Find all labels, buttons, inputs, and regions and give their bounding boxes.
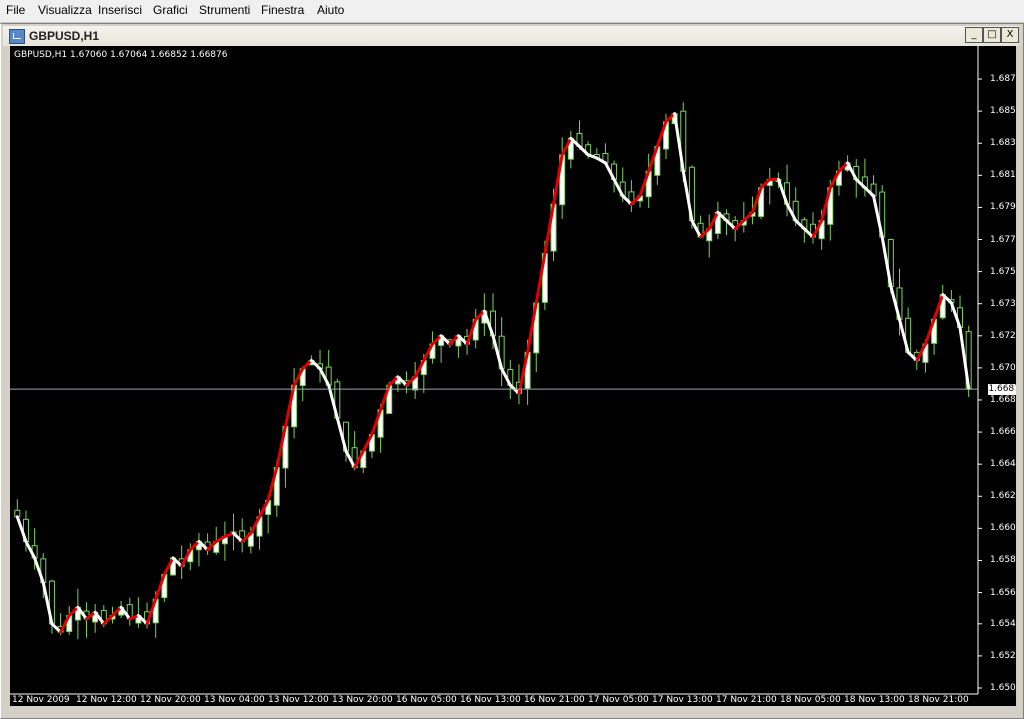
price-axis-label: 1.67785 bbox=[990, 234, 1016, 245]
menu-inserisci[interactable]: Inserisci bbox=[98, 3, 142, 17]
price-axis-label: 1.68760 bbox=[990, 74, 1016, 85]
price-axis-label: 1.66030 bbox=[990, 523, 1016, 534]
menu-strumenti[interactable]: Strumenti bbox=[199, 3, 250, 17]
menu-visualizza[interactable]: Visualizza bbox=[38, 3, 92, 17]
price-axis-label: 1.67005 bbox=[990, 362, 1016, 373]
price-axis-label: 1.65255 bbox=[990, 650, 1016, 661]
time-axis-label: 12 Nov 12:00 bbox=[76, 695, 137, 705]
price-axis-label: 1.67200 bbox=[990, 330, 1016, 341]
price-axis-label: 1.66615 bbox=[990, 427, 1016, 438]
window-title: GBPUSD,H1 bbox=[29, 29, 100, 43]
time-axis-label: 16 Nov 13:00 bbox=[460, 695, 521, 705]
chart-window-icon bbox=[9, 29, 25, 44]
time-axis-label: 13 Nov 12:00 bbox=[268, 695, 329, 705]
price-axis-label: 1.68370 bbox=[990, 138, 1016, 149]
price-axis-label: 1.65060 bbox=[990, 683, 1016, 693]
price-axis-label: 1.67395 bbox=[990, 298, 1016, 309]
menu-bar: File Visualizza Inserisci Grafici Strume… bbox=[0, 0, 1024, 23]
price-axis-label: 1.66420 bbox=[990, 459, 1016, 470]
chart-plot bbox=[10, 46, 982, 695]
time-axis-label: 13 Nov 04:00 bbox=[204, 695, 265, 705]
time-axis-label: 17 Nov 05:00 bbox=[588, 695, 649, 705]
price-axis-label: 1.66225 bbox=[990, 491, 1016, 502]
time-axis-label: 16 Nov 21:00 bbox=[524, 695, 585, 705]
window-titlebar[interactable]: GBPUSD,H1 _ □ X bbox=[3, 26, 1019, 46]
current-price-label: 1.66876 bbox=[988, 384, 1016, 396]
maximize-button[interactable]: □ bbox=[983, 27, 1001, 43]
minimize-button[interactable]: _ bbox=[965, 27, 983, 43]
time-axis-label: 12 Nov 20:00 bbox=[140, 695, 201, 705]
price-axis-label: 1.67980 bbox=[990, 202, 1016, 213]
time-axis-label: 18 Nov 13:00 bbox=[844, 695, 905, 705]
menu-grafici[interactable]: Grafici bbox=[153, 3, 188, 17]
time-axis-label: 18 Nov 21:00 bbox=[908, 695, 969, 705]
price-axis-label: 1.68175 bbox=[990, 170, 1016, 181]
price-axis-label: 1.65450 bbox=[990, 618, 1016, 629]
time-axis-label: 16 Nov 05:00 bbox=[396, 695, 457, 705]
time-axis-label: 12 Nov 2009 bbox=[12, 695, 70, 705]
chart-info-label: GBPUSD,H1 1.67060 1.67064 1.66852 1.6687… bbox=[14, 50, 228, 60]
time-axis-label: 18 Nov 05:00 bbox=[780, 695, 841, 705]
time-axis-label: 17 Nov 13:00 bbox=[652, 695, 713, 705]
price-axis-label: 1.66810 bbox=[990, 394, 1016, 405]
time-axis-label: 17 Nov 21:00 bbox=[716, 695, 777, 705]
price-axis-label: 1.65640 bbox=[990, 587, 1016, 598]
close-button[interactable]: X bbox=[1001, 27, 1019, 43]
price-axis-label: 1.65835 bbox=[990, 555, 1016, 566]
price-axis-label: 1.68565 bbox=[990, 106, 1016, 117]
time-axis-label: 13 Nov 20:00 bbox=[332, 695, 393, 705]
menu-finestra[interactable]: Finestra bbox=[261, 3, 304, 17]
menu-file[interactable]: File bbox=[6, 3, 25, 17]
price-axis-label: 1.67590 bbox=[990, 266, 1016, 277]
price-chart[interactable]: GBPUSD,H1 1.67060 1.67064 1.66852 1.6687… bbox=[10, 46, 1016, 706]
menu-aiuto[interactable]: Aiuto bbox=[317, 3, 344, 17]
